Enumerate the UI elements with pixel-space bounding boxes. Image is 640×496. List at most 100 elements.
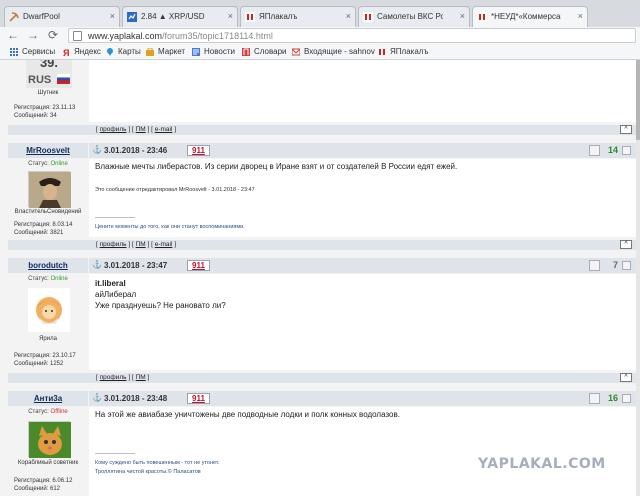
- page-scrollbar[interactable]: [636, 60, 640, 496]
- tab-yaplakal[interactable]: ЯПлакалъ ×: [240, 6, 356, 27]
- reload-button[interactable]: ⟳: [46, 28, 60, 42]
- bookmark-dictionaries[interactable]: Словари: [242, 46, 287, 58]
- bookmark-news[interactable]: Новости: [192, 46, 235, 58]
- scrollbar-thumb[interactable]: [636, 60, 640, 140]
- bookmark-inbox[interactable]: Входящие - sahnov: [292, 46, 375, 58]
- profile-link[interactable]: профиль: [100, 374, 127, 381]
- registration-date: Регистрация: 23.11.13: [14, 105, 76, 111]
- status-label: Статус:: [28, 409, 49, 415]
- bookmark-label: Карты: [118, 47, 141, 56]
- message-count: Сообщений: 1252: [14, 361, 64, 367]
- bookmark-label: Новости: [204, 47, 235, 56]
- user-title: Ярила: [39, 336, 57, 342]
- rate-up-button[interactable]: [622, 146, 631, 155]
- bookmark-maps[interactable]: Карты: [106, 46, 141, 58]
- close-icon[interactable]: ×: [228, 7, 233, 26]
- scroll-top-button[interactable]: ^: [620, 240, 632, 249]
- post-mrroosvelt: MrRoosvelt ⚓ 3.01.2018 - 23:46 911 14 Ст…: [8, 143, 636, 237]
- post-number[interactable]: 911: [187, 260, 210, 271]
- post-number[interactable]: 911: [187, 145, 210, 156]
- browser-toolbar: ← → ⟳ www.yaplakal.com/forum35/topic1718…: [0, 27, 640, 44]
- rate-up-button[interactable]: [622, 394, 631, 403]
- post-links-bar: [ профиль ] [ ПМ ] ^: [8, 373, 636, 383]
- message-count: Сообщений: 612: [14, 486, 61, 492]
- post-borodutch: borodutch ⚓ 3.01.2018 - 23:47 911 7 Стат…: [8, 258, 636, 370]
- back-button[interactable]: ←: [6, 28, 20, 42]
- post-header: ⚓ 3.01.2018 - 23:48 911 16: [89, 391, 636, 406]
- map-icon: [107, 48, 113, 56]
- forward-button[interactable]: →: [26, 28, 40, 42]
- bookmark-label: ЯПлакалъ: [390, 47, 429, 56]
- author-link[interactable]: MrRoosvelt: [26, 146, 70, 155]
- message-count: Сообщений: 3821: [14, 230, 64, 236]
- bookmark-market[interactable]: Маркет: [146, 46, 185, 58]
- tab-label: Самолеты ВКС России п: [377, 12, 443, 21]
- pm-link[interactable]: ПМ: [136, 241, 146, 248]
- bookmark-yaplakal[interactable]: ЯПлакалъ: [378, 46, 428, 58]
- yaplakal-icon: [477, 12, 487, 22]
- user-title: Корабликый советник: [17, 460, 79, 466]
- profile-link[interactable]: профиль: [100, 126, 127, 133]
- anchor-icon[interactable]: ⚓: [92, 146, 102, 154]
- kitten-avatar-image: [29, 422, 71, 458]
- pm-link[interactable]: ПМ: [136, 126, 146, 133]
- tab-samolety[interactable]: Самолеты ВКС России п ×: [358, 6, 470, 27]
- close-icon[interactable]: ×: [460, 7, 465, 26]
- site-watermark: YAPLAKAL.COM: [478, 456, 606, 472]
- url-domain: www.yaplakal.com: [88, 31, 163, 41]
- post-links: [ профиль ] [ ПМ ]: [96, 374, 150, 381]
- avatar: [28, 288, 70, 332]
- bookmark-label: Входящие - sahnov: [304, 47, 375, 56]
- status-offline: Offline: [50, 409, 68, 415]
- apps-icon: [10, 48, 18, 56]
- bookmark-services[interactable]: Сервисы: [10, 46, 55, 58]
- tab-dwarfpool[interactable]: DwarfPool ×: [4, 6, 120, 27]
- close-icon[interactable]: ×: [346, 7, 351, 26]
- dict-icon: [242, 48, 250, 56]
- tab-kommersant[interactable]: *НЕУД*«Коммерсантъ» н ×: [472, 6, 588, 27]
- close-icon[interactable]: ×: [110, 7, 115, 26]
- author-link[interactable]: borodutch: [28, 261, 68, 270]
- address-bar[interactable]: www.yaplakal.com/forum35/topic1718114.ht…: [68, 28, 636, 43]
- scroll-top-button[interactable]: ^: [620, 125, 632, 134]
- author-header: Анти3а: [8, 391, 88, 406]
- post-date: 3.01.2018 - 23:48: [104, 394, 168, 403]
- message-body: it.liberal айЛиберал Уже празднуешь? Не …: [89, 274, 636, 370]
- author-header: MrRoosvelt: [8, 143, 88, 158]
- author-column: 39. RUS Шутник Регистрация: 23.11.13 Соо…: [8, 60, 88, 122]
- mail-icon: [292, 48, 300, 56]
- user-title: Шутник: [37, 90, 59, 96]
- bookmark-label: Словари: [254, 47, 287, 56]
- close-icon[interactable]: ×: [578, 7, 583, 26]
- anchor-icon[interactable]: ⚓: [92, 394, 102, 402]
- message-text: На этой же авиабазе уничтожены две подво…: [95, 410, 400, 419]
- post-rating: 16: [607, 393, 618, 403]
- user-status: Статус: Online: [8, 161, 88, 167]
- user-status: Статус: Offline: [8, 409, 88, 415]
- email-link[interactable]: e-mail: [155, 241, 173, 248]
- pm-link[interactable]: ПМ: [136, 374, 146, 381]
- message-body: Влажные мечты либерастов. Из серии дворе…: [89, 159, 636, 237]
- author-link[interactable]: Анти3а: [34, 394, 62, 403]
- signature: Цените моменты до того, как они станут в…: [95, 224, 245, 230]
- post-links-bar: [ профиль ] [ ПМ ] [ e-mail ] ^: [8, 240, 636, 250]
- yaplakal-icon: [363, 12, 373, 22]
- yarila-avatar-image: [36, 297, 62, 324]
- rate-down-button[interactable]: [589, 145, 600, 156]
- email-link[interactable]: e-mail: [155, 126, 173, 133]
- rate-down-button[interactable]: [589, 393, 600, 404]
- avatar: [28, 421, 71, 458]
- scroll-top-button[interactable]: ^: [620, 373, 632, 382]
- profile-link[interactable]: профиль: [100, 241, 127, 248]
- post-partial: 39. RUS Шутник Регистрация: 23.11.13 Соо…: [8, 60, 636, 122]
- bookmark-yandex[interactable]: Я Яндекс: [62, 46, 101, 58]
- post-number[interactable]: 911: [187, 393, 210, 404]
- anchor-icon[interactable]: ⚓: [92, 261, 102, 269]
- rate-up-button[interactable]: [622, 261, 631, 270]
- page-icon: [73, 31, 82, 41]
- avatar-caption-top: 39.: [39, 60, 59, 70]
- tab-xrp[interactable]: 2.84 ▲ XRP/USD ×: [122, 6, 238, 27]
- rate-down-button[interactable]: [589, 260, 600, 271]
- post-header: ⚓ 3.01.2018 - 23:47 911 7: [89, 258, 636, 273]
- pickaxe-icon: [9, 12, 19, 22]
